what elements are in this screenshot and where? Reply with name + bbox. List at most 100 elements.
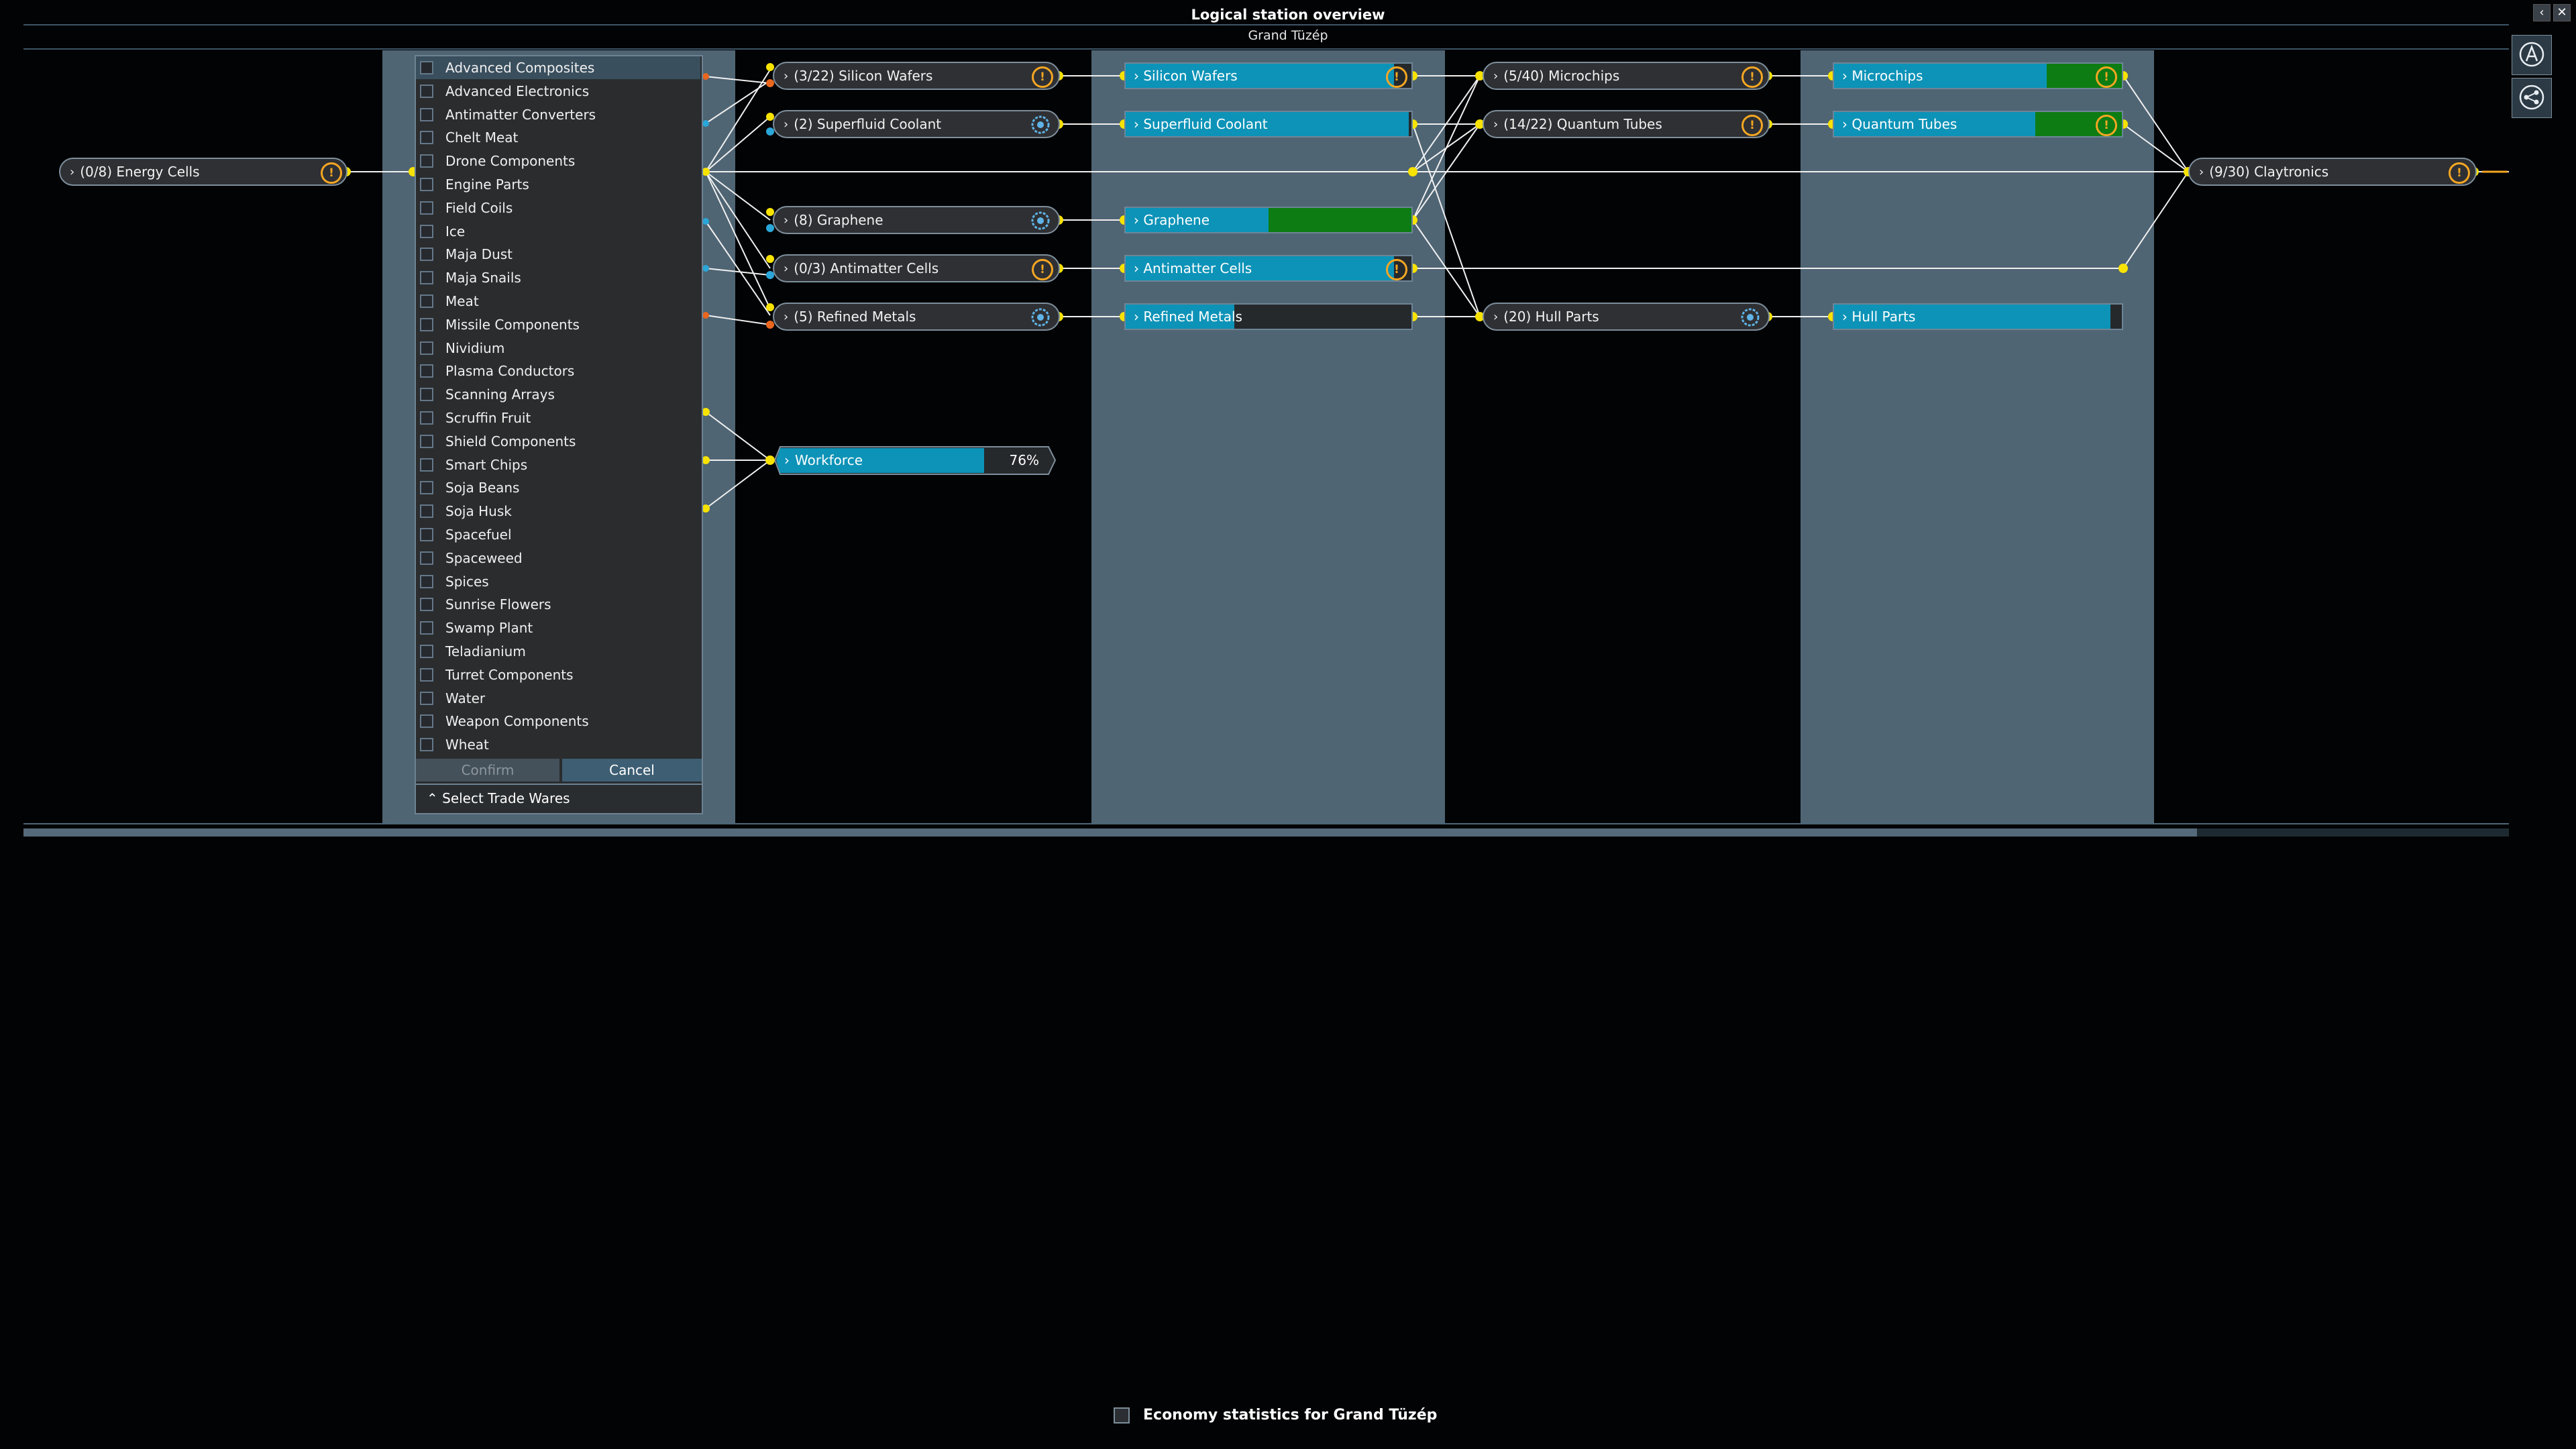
trade-ware-row[interactable]: Spaceweed xyxy=(416,547,700,570)
trade-ware-row[interactable]: Maja Dust xyxy=(416,243,700,266)
chevron-right-icon: › xyxy=(1842,68,1852,84)
economy-statistics-toggle[interactable]: Economy statistics for Grand Tüzép xyxy=(1114,1407,1437,1424)
trade-ware-row[interactable]: Soja Beans xyxy=(416,476,700,499)
trade-ware-label: Advanced Electronics xyxy=(445,83,590,99)
trade-ware-row[interactable]: Smart Chips xyxy=(416,453,700,476)
trade-ware-row[interactable]: Teladianium xyxy=(416,640,700,663)
trade-ware-checkbox[interactable] xyxy=(420,645,433,658)
chevron-right-icon: › xyxy=(1842,309,1852,325)
chevron-right-icon: › xyxy=(784,452,790,468)
trade-ware-row[interactable]: Water xyxy=(416,687,700,710)
trade-ware-checkbox[interactable] xyxy=(420,154,433,168)
trade-ware-row[interactable]: Field Coils xyxy=(416,197,700,219)
trade-ware-row[interactable]: Soja Husk xyxy=(416,500,700,523)
trade-ware-checkbox[interactable] xyxy=(420,714,433,729)
trade-ware-checkbox[interactable] xyxy=(420,504,433,519)
trade-ware-row[interactable]: Sunrise Flowers xyxy=(416,593,700,616)
module-silicon-wafers[interactable]: › (3/22) Silicon Wafers ! xyxy=(773,62,1060,90)
trade-ware-row[interactable]: Turret Components xyxy=(416,663,700,686)
trade-ware-row[interactable]: Shield Components xyxy=(416,430,700,453)
trade-ware-checkbox[interactable] xyxy=(420,178,433,191)
trade-ware-checkbox[interactable] xyxy=(420,458,433,472)
trade-ware-checkbox[interactable] xyxy=(420,131,433,145)
trade-ware-checkbox[interactable] xyxy=(420,411,433,425)
storage-surplus xyxy=(1269,208,1411,232)
trade-ware-checkbox[interactable] xyxy=(420,621,433,635)
trade-ware-row[interactable]: Drone Components xyxy=(416,150,700,172)
trade-ware-checkbox[interactable] xyxy=(420,434,433,448)
select-trade-wares-button[interactable]: ⌃ Select Trade Wares xyxy=(416,784,702,810)
storage-microchips[interactable]: › Microchips ! xyxy=(1833,62,2123,89)
storage-quantum-tubes[interactable]: › Quantum Tubes ! xyxy=(1833,111,2123,138)
trade-ware-checkbox[interactable] xyxy=(420,317,433,331)
module-refined-metals[interactable]: › (5) Refined Metals xyxy=(773,303,1060,331)
warning-icon: ! xyxy=(1032,66,1053,88)
storage-graphene[interactable]: › Graphene xyxy=(1124,207,1413,233)
confirm-button[interactable]: Confirm xyxy=(416,759,559,782)
economy-checkbox[interactable] xyxy=(1114,1407,1130,1424)
trade-ware-checkbox[interactable] xyxy=(420,388,433,402)
module-microchips[interactable]: › (5/40) Microchips ! xyxy=(1483,62,1770,90)
trade-ware-row[interactable]: Nividium xyxy=(416,337,700,360)
trade-ware-row[interactable]: Spacefuel xyxy=(416,523,700,546)
trade-ware-checkbox[interactable] xyxy=(420,364,433,378)
trade-ware-checkbox[interactable] xyxy=(420,107,433,121)
storage-label-text: Microchips xyxy=(1851,68,1923,84)
trade-ware-checkbox[interactable] xyxy=(420,691,433,705)
storage-label: › Hull Parts xyxy=(1842,305,1915,329)
warning-icon: ! xyxy=(1741,115,1763,136)
module-hull-parts[interactable]: › (20) Hull Parts xyxy=(1483,303,1770,331)
trade-ware-checkbox[interactable] xyxy=(420,224,433,238)
module-energy-cells[interactable]: › (0/8) Energy Cells ! xyxy=(59,158,347,186)
trade-ware-checkbox[interactable] xyxy=(420,738,433,752)
trade-ware-row[interactable]: Maja Snails xyxy=(416,266,700,289)
module-antimatter-cells[interactable]: › (0/3) Antimatter Cells ! xyxy=(773,254,1060,282)
trade-ware-checkbox[interactable] xyxy=(420,528,433,541)
trade-ware-checkbox[interactable] xyxy=(420,271,433,285)
trade-ware-row[interactable]: Spices xyxy=(416,570,700,593)
trade-ware-label: Weapon Components xyxy=(445,713,589,730)
workforce-bar[interactable]: › Workforce 76% xyxy=(775,445,1057,476)
trade-ware-row[interactable]: Swamp Plant xyxy=(416,616,700,639)
storage-silicon-wafers[interactable]: › Silicon Wafers ! xyxy=(1124,62,1413,89)
trade-ware-row[interactable]: Engine Parts xyxy=(416,173,700,196)
trade-ware-row[interactable]: Plasma Conductors xyxy=(416,360,700,382)
warning-icon: ! xyxy=(2096,66,2117,88)
trade-ware-row[interactable]: Ice xyxy=(416,220,700,243)
trade-ware-row[interactable]: Missile Components xyxy=(416,313,700,336)
trade-ware-checkbox[interactable] xyxy=(420,294,433,308)
storage-label-text: Quantum Tubes xyxy=(1851,116,1957,132)
storage-antimatter-cells[interactable]: › Antimatter Cells ! xyxy=(1124,255,1413,282)
trade-ware-checkbox[interactable] xyxy=(420,248,433,262)
gear-icon xyxy=(1030,307,1051,327)
trade-ware-row[interactable]: Advanced Electronics xyxy=(416,80,700,103)
trade-ware-checkbox[interactable] xyxy=(420,551,433,565)
trade-ware-row[interactable]: Antimatter Converters xyxy=(416,103,700,126)
trade-ware-checkbox[interactable] xyxy=(420,481,433,495)
storage-hull-parts[interactable]: › Hull Parts xyxy=(1833,303,2123,330)
module-superfluid-coolant[interactable]: › (2) Superfluid Coolant xyxy=(773,110,1060,138)
trade-ware-row[interactable]: Weapon Components xyxy=(416,710,700,733)
trade-ware-row[interactable]: Meat xyxy=(416,290,700,313)
trade-ware-checkbox[interactable] xyxy=(420,667,433,682)
module-quantum-tubes[interactable]: › (14/22) Quantum Tubes ! xyxy=(1483,110,1770,138)
module-claytronics[interactable]: › (9/30) Claytronics ! xyxy=(2188,158,2477,186)
trade-ware-row[interactable]: Scanning Arrays xyxy=(416,383,700,406)
trade-ware-row[interactable]: Wheat xyxy=(416,733,700,756)
trade-ware-checkbox[interactable] xyxy=(420,201,433,215)
cancel-button[interactable]: Cancel xyxy=(562,759,702,782)
trade-ware-row[interactable]: Advanced Composites xyxy=(416,56,700,79)
module-graphene[interactable]: › (8) Graphene xyxy=(773,206,1060,234)
trade-ware-checkbox[interactable] xyxy=(420,598,433,612)
warning-icon: ! xyxy=(2096,115,2117,136)
trade-ware-checkbox[interactable] xyxy=(420,341,433,355)
trade-ware-checkbox[interactable] xyxy=(420,61,433,74)
workforce-percent: 76% xyxy=(1009,452,1039,468)
trade-ware-checkbox[interactable] xyxy=(420,84,433,98)
trade-ware-label: Scanning Arrays xyxy=(445,386,555,403)
storage-superfluid-coolant[interactable]: › Superfluid Coolant xyxy=(1124,111,1413,138)
trade-ware-row[interactable]: Chelt Meat xyxy=(416,126,700,149)
trade-ware-checkbox[interactable] xyxy=(420,574,433,588)
storage-refined-metals[interactable]: › Refined Metals xyxy=(1124,303,1413,330)
trade-ware-row[interactable]: Scruffin Fruit xyxy=(416,407,700,429)
